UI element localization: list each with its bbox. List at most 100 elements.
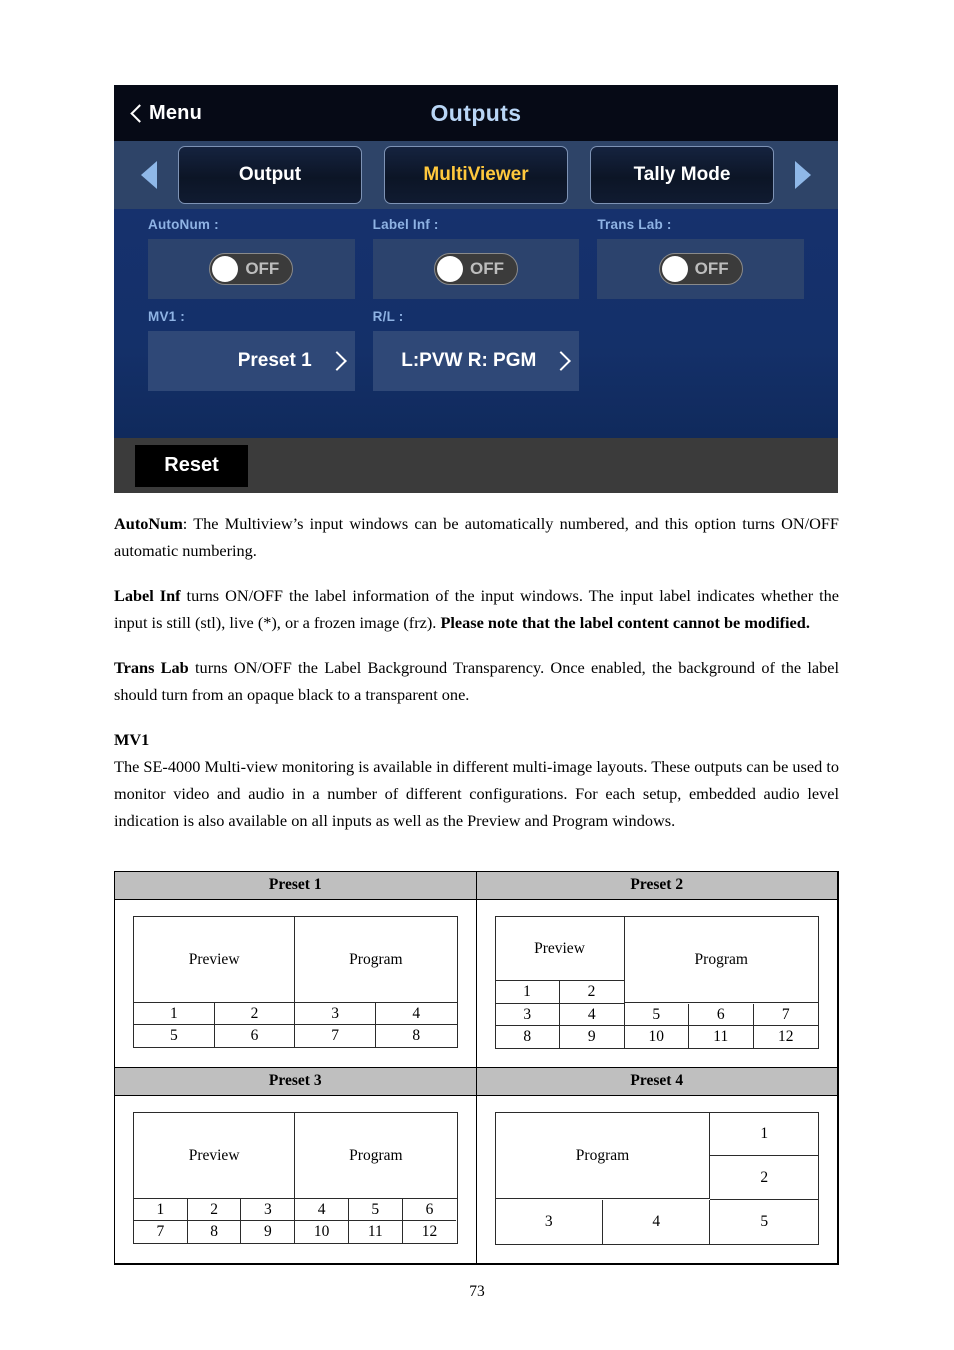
field-autonum-control[interactable]: OFF bbox=[148, 239, 355, 299]
layout-row-numbers-2: 8 9 10 11 12 bbox=[496, 1026, 819, 1048]
settings-row-1: AutoNum : OFF Label Inf : OFF Trans Lab … bbox=[148, 217, 805, 299]
field-mv1: MV1 : Preset 1 bbox=[148, 309, 355, 391]
layout-box-input: 1 bbox=[134, 1199, 188, 1221]
toggle-knob-icon bbox=[661, 256, 688, 282]
paragraph-autonum: AutoNum: The Multiview’s input windows c… bbox=[114, 510, 839, 564]
layout-box-input: 3 bbox=[295, 1003, 376, 1025]
reset-button[interactable]: Reset bbox=[135, 444, 248, 487]
document-body: AutoNum: The Multiview’s input windows c… bbox=[114, 510, 839, 852]
toggle-knob-icon bbox=[212, 256, 239, 282]
field-rl-label: R/L : bbox=[372, 309, 404, 324]
autonum-text: : The Multiview’s input windows can be a… bbox=[114, 514, 839, 560]
layout-box-input: 1 bbox=[496, 981, 560, 1003]
layout-box-input: 6 bbox=[689, 1004, 754, 1026]
translab-toggle[interactable]: OFF bbox=[658, 253, 743, 285]
layout-row-preview-numbers: 1 2 bbox=[496, 981, 624, 1003]
prev-page-arrow-button[interactable] bbox=[120, 141, 178, 209]
settings-body: AutoNum : OFF Label Inf : OFF Trans Lab … bbox=[114, 209, 838, 438]
layout-box-input: 3 bbox=[241, 1199, 296, 1221]
field-translab-control[interactable]: OFF bbox=[597, 239, 805, 299]
layout-box-input: 2 bbox=[587, 983, 596, 1000]
preset-2-caption: Preset 2 bbox=[476, 872, 837, 900]
rl-assignment-button[interactable]: L:PVW R: PGM bbox=[372, 331, 580, 391]
layout-box-input: 2 bbox=[214, 1003, 296, 1025]
autonum-bold-lead: AutoNum bbox=[114, 514, 183, 533]
layout-box-input: 3 bbox=[495, 1004, 560, 1026]
settings-row-2: MV1 : Preset 1 R/L : L:PVW R: PGM bbox=[148, 309, 804, 391]
layout-box-input: 5 bbox=[760, 1213, 769, 1230]
layout-row-numbers-1: 3 4 5 6 7 bbox=[495, 1004, 818, 1026]
triangle-left-icon bbox=[141, 161, 157, 189]
layout-box-input: 3 bbox=[496, 1200, 603, 1244]
layout-box-input: 1 bbox=[134, 1003, 215, 1025]
preset-4-cell: Preset 4 Program 1 2 3 4 5 bbox=[475, 1067, 838, 1264]
triangle-right-icon bbox=[795, 161, 811, 189]
paragraph-labelinf: Label Inf turns ON/OFF the label informa… bbox=[114, 582, 839, 636]
tab-tally-mode[interactable]: Tally Mode bbox=[590, 146, 774, 204]
translab-bold-lead: Trans Lab bbox=[114, 658, 189, 677]
preset-4-caption: Preset 4 bbox=[476, 1068, 837, 1096]
translab-text: turns ON/OFF the Label Background Transp… bbox=[114, 658, 839, 704]
rl-assignment-value: L:PVW R: PGM bbox=[401, 350, 537, 371]
autonum-toggle[interactable]: OFF bbox=[209, 253, 294, 285]
tab-multiviewer-label: MultiViewer bbox=[423, 164, 529, 185]
preset-2-cell: Preset 2 Preview 1 2 Program 3 4 5 6 7 8… bbox=[475, 871, 838, 1068]
preset-4-body: Program 1 2 3 4 5 bbox=[476, 1096, 837, 1263]
device-header: Menu Outputs bbox=[114, 85, 838, 141]
layout-box-input: 11 bbox=[349, 1221, 403, 1243]
tab-output[interactable]: Output bbox=[178, 146, 362, 204]
chevron-right-icon bbox=[554, 350, 567, 372]
preset-3-cell: Preset 3 Preview Program 1 2 3 4 5 6 7 8 bbox=[114, 1067, 477, 1264]
layout-box-input: 12 bbox=[421, 1223, 438, 1240]
paragraph-translab: Trans Lab turns ON/OFF the Label Backgro… bbox=[114, 654, 839, 708]
preset-2-layout: Preview 1 2 Program 3 4 5 6 7 8 9 10 11 … bbox=[494, 916, 819, 1049]
layout-box-input: 4 bbox=[295, 1199, 349, 1221]
layout-row-big: Preview Program bbox=[134, 1113, 457, 1199]
tab-tally-mode-label: Tally Mode bbox=[633, 164, 731, 185]
layout-box-input: 4 bbox=[560, 1004, 625, 1026]
device-footer: Reset bbox=[114, 438, 838, 493]
layout-row-top: Program 1 2 bbox=[495, 1113, 819, 1200]
layout-box-preview: Preview bbox=[495, 917, 624, 981]
layout-box-input: 7 bbox=[753, 1004, 818, 1026]
layout-row-numbers-2: 5 6 7 8 bbox=[134, 1025, 457, 1047]
layout-box-input: 6 bbox=[215, 1025, 296, 1047]
layout-row-numbers-1: 1 2 3 4 5 6 bbox=[134, 1199, 457, 1221]
preset-layout-table: Preset 1 Preview Program 1 2 3 4 5 6 7 8 bbox=[114, 871, 839, 1265]
layout-box-input: 5 bbox=[134, 1025, 215, 1047]
layout-box-input: 8 bbox=[412, 1027, 421, 1044]
tab-bar: Output MultiViewer Tally Mode bbox=[114, 141, 838, 209]
layout-box-input: 7 bbox=[134, 1221, 188, 1243]
preset-3-layout: Preview Program 1 2 3 4 5 6 7 8 9 10 11 bbox=[133, 1112, 458, 1244]
layout-box-input: 9 bbox=[241, 1221, 296, 1243]
page-number: 73 bbox=[469, 1283, 485, 1300]
layout-row-numbers-1: 1 2 3 4 bbox=[134, 1003, 457, 1025]
layout-box-program: Program bbox=[495, 1113, 711, 1199]
layout-box-input: 5 bbox=[348, 1199, 403, 1221]
tab-multiviewer[interactable]: MultiViewer bbox=[384, 146, 568, 204]
layout-box-program: Program bbox=[295, 917, 457, 1003]
preset-1-caption: Preset 1 bbox=[115, 872, 476, 900]
layout-box-input: 2 bbox=[760, 1168, 769, 1186]
layout-box-input: 12 bbox=[778, 1028, 794, 1045]
layout-box-input: 5 bbox=[624, 1004, 689, 1026]
field-translab: Trans Lab : OFF bbox=[597, 217, 805, 299]
mv1-preset-value: Preset 1 bbox=[237, 350, 312, 371]
field-mv1-label: MV1 : bbox=[148, 309, 186, 324]
device-ui-screenshot: Menu Outputs Output MultiViewer Tally Mo… bbox=[114, 85, 838, 493]
labelinf-toggle-value: OFF bbox=[470, 259, 504, 278]
layout-row-numbers-2: 7 8 9 10 11 12 bbox=[134, 1221, 457, 1243]
next-page-arrow-button[interactable] bbox=[774, 141, 832, 209]
layout-box-input: 4 bbox=[375, 1003, 457, 1025]
layout-box-preview: Preview bbox=[134, 917, 296, 1003]
layout-box-input: 8 bbox=[496, 1026, 560, 1048]
labelinf-toggle[interactable]: OFF bbox=[434, 253, 518, 285]
labelinf-bold-tail: Please note that the label content canno… bbox=[440, 613, 810, 632]
preset-3-body: Preview Program 1 2 3 4 5 6 7 8 9 10 11 bbox=[115, 1096, 476, 1262]
mv1-preset-button[interactable]: Preset 1 bbox=[148, 331, 355, 391]
preset-4-layout: Program 1 2 3 4 5 bbox=[494, 1112, 819, 1245]
field-labelinf-control[interactable]: OFF bbox=[372, 239, 580, 299]
tab-list: Output MultiViewer Tally Mode bbox=[178, 141, 774, 209]
field-rl: R/L : L:PVW R: PGM bbox=[372, 309, 580, 391]
preset-2-body: Preview 1 2 Program 3 4 5 6 7 8 9 10 11 … bbox=[476, 900, 837, 1067]
